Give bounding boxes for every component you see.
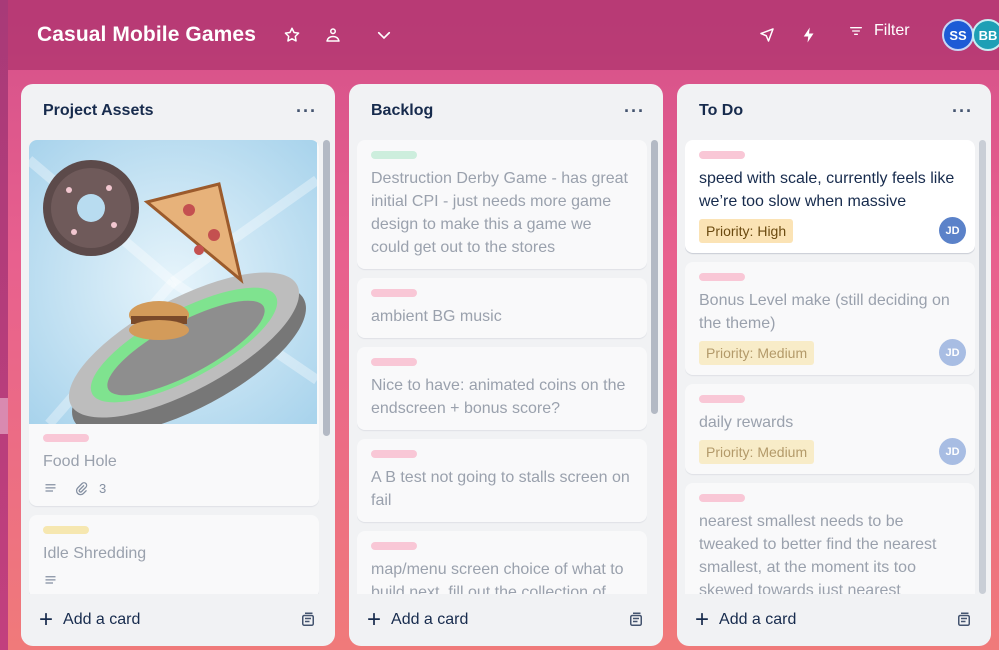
member-avatar[interactable]: JD (939, 438, 966, 465)
list-footer: + Add a card (21, 594, 335, 646)
card-title: Destruction Derby Game - has great initi… (371, 170, 628, 256)
card-badges (43, 573, 305, 588)
card-template-icon[interactable] (955, 611, 973, 629)
list-header: Project Assets ··· (21, 84, 335, 138)
filter-button[interactable]: Filter (848, 22, 910, 40)
attachment-icon (75, 482, 88, 496)
add-card-button[interactable]: + Add a card (367, 608, 468, 632)
plus-icon: + (695, 606, 710, 633)
member-avatar[interactable]: JD (939, 217, 966, 244)
card-speed-with-scale[interactable]: speed with scale, currently feels like w… (685, 140, 975, 253)
priority-badge: Priority: Medium (699, 341, 815, 365)
add-card-label: Add a card (719, 611, 797, 628)
food-hole-artwork (29, 140, 319, 424)
card-nearest-smallest[interactable]: nearest smallest needs to be tweaked to … (685, 483, 975, 594)
list-header: Backlog ··· (349, 84, 663, 138)
filter-label: Filter (874, 22, 910, 39)
board-header: Casual Mobile Games Filter SS BB (8, 0, 999, 70)
card-template-icon[interactable] (299, 611, 317, 629)
chevron-down-icon[interactable] (370, 21, 398, 49)
card-template-icon[interactable] (627, 611, 645, 629)
card-label (699, 273, 745, 281)
card-cover-image (29, 140, 319, 424)
card-label (699, 494, 745, 502)
list-menu-icon[interactable]: ··· (952, 101, 973, 122)
card-container: Food Hole 3 Idle Shredding (29, 140, 319, 594)
board-title[interactable]: Casual Mobile Games (37, 23, 256, 47)
card-title: Idle Shredding (43, 545, 147, 562)
card-title: Bonus Level make (still deciding on the … (699, 292, 950, 332)
list-project-assets: Project Assets ··· Food Hole 3 Idle Shre… (21, 84, 335, 646)
card-title: map/menu screen choice of what to build … (371, 561, 624, 594)
card-title: ambient BG music (371, 308, 502, 325)
star-icon[interactable] (278, 21, 306, 49)
card-label (371, 542, 417, 550)
card-title: A B test not going to stalls screen on f… (371, 469, 630, 509)
list-scrollbar[interactable] (323, 140, 330, 436)
card-label (43, 526, 89, 534)
card-label (43, 434, 89, 442)
avatar-ss[interactable]: SS (942, 19, 974, 51)
card-title: speed with scale, currently feels like w… (699, 170, 955, 210)
card-map-menu[interactable]: map/menu screen choice of what to build … (357, 531, 647, 594)
attachment-count: 3 (99, 481, 107, 496)
list-footer: + Add a card (349, 594, 663, 646)
add-card-button[interactable]: + Add a card (39, 608, 140, 632)
description-icon (45, 484, 56, 492)
plus-icon: + (39, 606, 54, 633)
add-card-label: Add a card (391, 611, 469, 628)
list-to-do: To Do ··· speed with scale, currently fe… (677, 84, 991, 646)
filter-icon (850, 26, 862, 35)
card-animated-coins[interactable]: Nice to have: animated coins on the ends… (357, 347, 647, 430)
list-footer: + Add a card (677, 594, 991, 646)
visibility-icon[interactable] (319, 21, 347, 49)
card-label (371, 151, 417, 159)
list-title[interactable]: Project Assets (43, 102, 154, 120)
card-bonus-level[interactable]: Bonus Level make (still deciding on the … (685, 262, 975, 375)
plus-icon: + (367, 606, 382, 633)
left-sidebar-strip (0, 0, 8, 650)
list-scrollbar[interactable] (651, 140, 658, 414)
card-destruction-derby[interactable]: Destruction Derby Game - has great initi… (357, 140, 647, 269)
card-ambient-music[interactable]: ambient BG music (357, 278, 647, 338)
card-idle-shredding[interactable]: Idle Shredding (29, 515, 319, 594)
automation-icon[interactable] (795, 21, 823, 49)
card-badges: 3 (43, 481, 305, 496)
member-avatar[interactable]: JD (939, 339, 966, 366)
add-card-label: Add a card (63, 611, 141, 628)
card-label (699, 395, 745, 403)
card-label (371, 358, 417, 366)
card-label (371, 450, 417, 458)
power-ups-icon[interactable] (753, 21, 781, 49)
list-title[interactable]: Backlog (371, 102, 433, 120)
priority-badge: Priority: Medium (699, 440, 815, 464)
card-title: nearest smallest needs to be tweaked to … (699, 513, 937, 594)
list-backlog: Backlog ··· Destruction Derby Game - has… (349, 84, 663, 646)
priority-badge: Priority: High (699, 219, 794, 243)
sidebar-notch (0, 398, 8, 434)
card-title: daily rewards (699, 414, 794, 431)
card-container: Destruction Derby Game - has great initi… (357, 140, 647, 594)
card-ab-test[interactable]: A B test not going to stalls screen on f… (357, 439, 647, 522)
list-menu-icon[interactable]: ··· (624, 101, 645, 122)
list-header: To Do ··· (677, 84, 991, 138)
description-icon (45, 576, 56, 584)
card-food-hole[interactable]: Food Hole 3 (29, 140, 319, 506)
card-label (371, 289, 417, 297)
card-title: Food Hole (43, 453, 117, 470)
card-label (699, 151, 745, 159)
card-title: Nice to have: animated coins on the ends… (371, 377, 626, 417)
list-title[interactable]: To Do (699, 102, 743, 120)
list-scrollbar[interactable] (979, 140, 986, 594)
card-daily-rewards[interactable]: daily rewards Priority: Medium JD (685, 384, 975, 474)
card-container: speed with scale, currently feels like w… (685, 140, 975, 594)
list-menu-icon[interactable]: ··· (296, 101, 317, 122)
add-card-button[interactable]: + Add a card (695, 608, 796, 632)
avatar-bb[interactable]: BB (972, 19, 999, 51)
